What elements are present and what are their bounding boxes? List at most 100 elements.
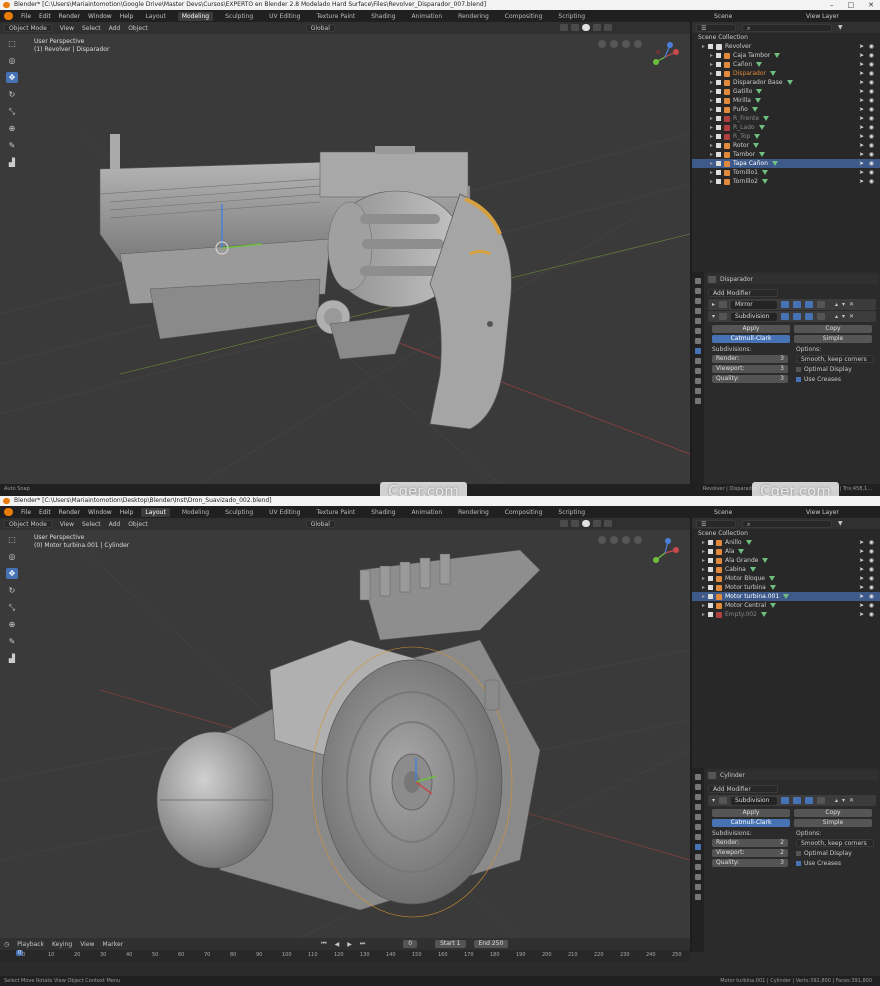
eye-icon[interactable]: ◉ [869,538,874,547]
outliner-item[interactable]: ▸ Disparador Base ➤ ◉ [692,78,880,87]
include-checkbox[interactable] [716,53,721,58]
editor-type-icon[interactable]: ◷ [4,941,9,948]
material-tab-icon[interactable] [695,894,701,900]
particles-tab-icon[interactable] [695,854,701,860]
selectable-icon[interactable]: ➤ [859,574,864,583]
select-box-icon[interactable]: ⬚ [6,534,18,545]
outliner-item[interactable]: ▸ Motor Central ➤ ◉ [692,601,880,610]
apply-button[interactable]: Apply [712,809,790,817]
menu-help[interactable]: Help [120,509,134,516]
include-checkbox[interactable] [716,89,721,94]
selectable-icon[interactable]: ➤ [859,69,864,78]
menu-object[interactable]: Object [128,521,148,528]
eye-icon[interactable]: ◉ [869,565,874,574]
selectable-icon[interactable]: ➤ [859,556,864,565]
measure-icon[interactable]: ▟ [6,157,18,168]
selectable-icon[interactable]: ➤ [859,96,864,105]
tab-compositing[interactable]: Compositing [501,12,547,21]
include-checkbox[interactable] [708,549,713,554]
eye-icon[interactable]: ◉ [869,69,874,78]
eye-icon[interactable]: ◉ [869,601,874,610]
include-checkbox[interactable] [708,576,713,581]
selectable-icon[interactable]: ➤ [859,592,864,601]
tab-layout[interactable]: Layout [141,507,170,517]
camera-icon[interactable] [622,40,630,48]
modifier-name-field[interactable]: Subdivision [731,312,778,321]
solid-shading-icon[interactable] [582,24,590,31]
eye-icon[interactable]: ◉ [869,78,874,87]
outliner-display-mode[interactable]: ☰ [696,519,736,528]
orientation-dropdown[interactable]: Global [305,520,335,528]
include-checkbox[interactable] [708,612,713,617]
outliner-item[interactable]: ▸ Mirilla ➤ ◉ [692,96,880,105]
tab-layout[interactable]: Layout [141,12,169,21]
selectable-icon[interactable]: ➤ [859,132,864,141]
menu-view[interactable]: View [60,521,74,528]
tool-tab-icon[interactable] [695,278,701,284]
modifier-mirror-header[interactable]: ▸ Mirror ▴ ▾ ✕ [708,299,876,310]
outliner-item[interactable]: ▸ Tornillo1 ➤ ◉ [692,168,880,177]
outliner-item[interactable]: ▸ Motor turbina.001 ➤ ◉ [692,592,880,601]
output-tab-icon[interactable] [695,794,701,800]
play-reverse-icon[interactable]: ◀ [335,941,340,948]
eye-icon[interactable]: ◉ [869,574,874,583]
cursor-icon[interactable]: ◎ [6,55,18,66]
viewport-levels-field[interactable]: Viewport: 3 [712,365,788,373]
menu-object[interactable]: Object [128,25,148,32]
3d-viewport[interactable]: User Perspective (0) Motor turbina.001 |… [0,530,690,938]
selectable-icon[interactable]: ➤ [859,87,864,96]
outliner-item[interactable]: ▸ Cabina ➤ ◉ [692,565,880,574]
selectable-icon[interactable]: ➤ [859,42,864,51]
zoom-icon[interactable] [598,536,606,544]
include-checkbox[interactable] [708,567,713,572]
outliner-search[interactable]: ⌕ [742,519,832,528]
menu-window[interactable]: Window [88,509,112,516]
tool-tab-icon[interactable] [695,774,701,780]
particles-tab-icon[interactable] [695,358,701,364]
menu-render[interactable]: Render [59,13,80,20]
material-tab-icon[interactable] [695,398,701,404]
eye-icon[interactable]: ◉ [869,159,874,168]
eye-icon[interactable]: ◉ [869,592,874,601]
menu-file[interactable]: File [21,509,31,516]
camera-icon[interactable] [622,536,630,544]
rotate-icon[interactable]: ↻ [6,89,18,100]
outliner-item[interactable]: ▸ Tapa Cañon ➤ ◉ [692,159,880,168]
move-icon[interactable]: ✥ [6,72,18,83]
outliner-item[interactable]: ▸ Caja Tambor ➤ ◉ [692,51,880,60]
selectable-icon[interactable]: ➤ [859,105,864,114]
selectable-icon[interactable]: ➤ [859,150,864,159]
eye-icon[interactable]: ◉ [869,141,874,150]
scene-collection-row[interactable]: Scene Collection [692,529,880,538]
scale-icon[interactable]: ⤡ [6,602,18,613]
minimize-button[interactable]: – [830,0,834,10]
catmull-clark-button[interactable]: Catmull-Clark [712,335,790,343]
measure-icon[interactable]: ▟ [6,653,18,664]
outliner-search[interactable]: ⌕ [742,23,832,32]
pan-icon[interactable] [610,40,618,48]
outliner-item[interactable]: ▸ Empty.002 ➤ ◉ [692,610,880,619]
eye-icon[interactable]: ◉ [869,114,874,123]
tab-shading[interactable]: Shading [367,12,399,21]
grid-icon[interactable] [634,40,642,48]
menu-add[interactable]: Add [109,25,121,32]
quality-field[interactable]: Quality: 3 [712,375,788,383]
outliner-display-mode[interactable]: ☰ [696,23,736,32]
overlay-icon[interactable] [560,520,568,527]
maximize-button[interactable]: □ [848,0,855,10]
menu-edit[interactable]: Edit [39,509,51,516]
marker-menu[interactable]: Marker [102,941,123,948]
add-modifier-dropdown[interactable]: Add Modifier [708,785,778,793]
scene-selector[interactable]: Scene [714,13,732,20]
eye-icon[interactable]: ◉ [869,610,874,619]
orientation-dropdown[interactable]: Global [305,24,335,32]
simple-button[interactable]: Simple [794,335,872,343]
render-tab-icon[interactable] [695,288,701,294]
outliner-item[interactable]: ▸ Motor turbina ➤ ◉ [692,583,880,592]
remove-modifier-icon[interactable]: ✕ [849,301,854,308]
close-button[interactable]: ✕ [868,0,874,10]
move-up-icon[interactable]: ▴ [835,313,838,320]
include-checkbox[interactable] [708,594,713,599]
selectable-icon[interactable]: ➤ [859,538,864,547]
eye-icon[interactable]: ◉ [869,556,874,565]
